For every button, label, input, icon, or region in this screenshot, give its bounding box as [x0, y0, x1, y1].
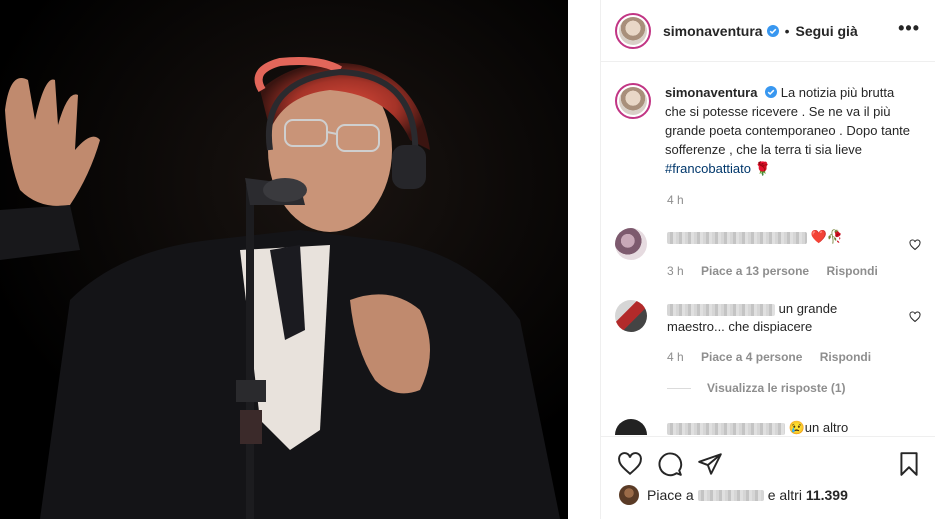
blurred-username[interactable] [667, 422, 785, 435]
post-caption: simonaventura La notizia più brutta che … [615, 83, 925, 178]
comment-likes[interactable]: Piace a 13 persone [701, 264, 809, 278]
comment-timestamp[interactable]: 4 h [667, 350, 684, 364]
separator-dot: • [784, 22, 790, 39]
following-button[interactable]: Segui già [796, 23, 858, 39]
comment-meta: 3 h Piace a 13 persone Rispondi [667, 264, 892, 278]
like-comment-heart-icon[interactable] [909, 239, 921, 251]
caption-avatar[interactable] [615, 83, 651, 119]
comment-text: un grande maestro... che dispiacere [667, 301, 838, 334]
heart-icon[interactable] [617, 451, 643, 477]
share-icon[interactable] [697, 451, 723, 477]
comment-text: ❤️🥀 [667, 228, 897, 246]
comment-icon[interactable] [657, 451, 683, 477]
blurred-username[interactable] [667, 231, 807, 244]
caption-timestamp[interactable]: 4 h [667, 193, 684, 207]
likes-count[interactable]: 11.399 [806, 487, 848, 503]
author-avatar[interactable] [615, 12, 651, 49]
comment-text: 😢un altro [667, 419, 897, 435]
comment-avatar[interactable] [615, 300, 647, 332]
post-likes-summary[interactable]: Piace a e altri 11.399 [619, 485, 848, 505]
bookmark-icon[interactable] [896, 451, 922, 477]
post-photo [0, 0, 600, 519]
liker-avatar[interactable] [619, 485, 639, 505]
comment-meta: 4 h Piace a 4 persone Rispondi [667, 350, 885, 364]
author-username[interactable]: simonaventura [663, 23, 763, 39]
post-header: simonaventura • Segui già ••• [601, 0, 935, 62]
comment-avatar[interactable] [615, 419, 647, 435]
blurred-username[interactable] [667, 303, 775, 316]
rose-emoji: 🌹 [754, 161, 771, 176]
replies-divider [667, 387, 691, 389]
comment-timestamp[interactable]: 3 h [667, 264, 684, 278]
post-side-panel: simonaventura • Segui già ••• simonavent… [600, 0, 935, 519]
reply-button[interactable]: Rispondi [826, 264, 877, 278]
verified-badge-icon [765, 86, 778, 98]
view-replies-button[interactable]: Visualizza le risposte (1) [667, 381, 846, 395]
caption-hashtag[interactable]: #francobattiato [665, 161, 751, 176]
like-comment-heart-icon[interactable] [909, 311, 921, 323]
caption-username[interactable]: simonaventura [665, 85, 757, 100]
blurred-liker-name[interactable] [697, 489, 764, 501]
comment-avatar[interactable] [615, 228, 647, 260]
comment-likes[interactable]: Piace a 4 persone [701, 350, 802, 364]
verified-badge-icon [766, 24, 779, 37]
post-media[interactable] [0, 0, 600, 519]
post-actions-bar: Piace a e altri 11.399 [601, 436, 935, 519]
comments-scroll-area[interactable]: simonaventura La notizia più brutta che … [601, 63, 935, 435]
more-options-icon[interactable]: ••• [898, 18, 920, 39]
caption-text-block: simonaventura La notizia più brutta che … [665, 83, 915, 178]
action-icons-row [617, 451, 737, 477]
reply-button[interactable]: Rispondi [820, 350, 871, 364]
